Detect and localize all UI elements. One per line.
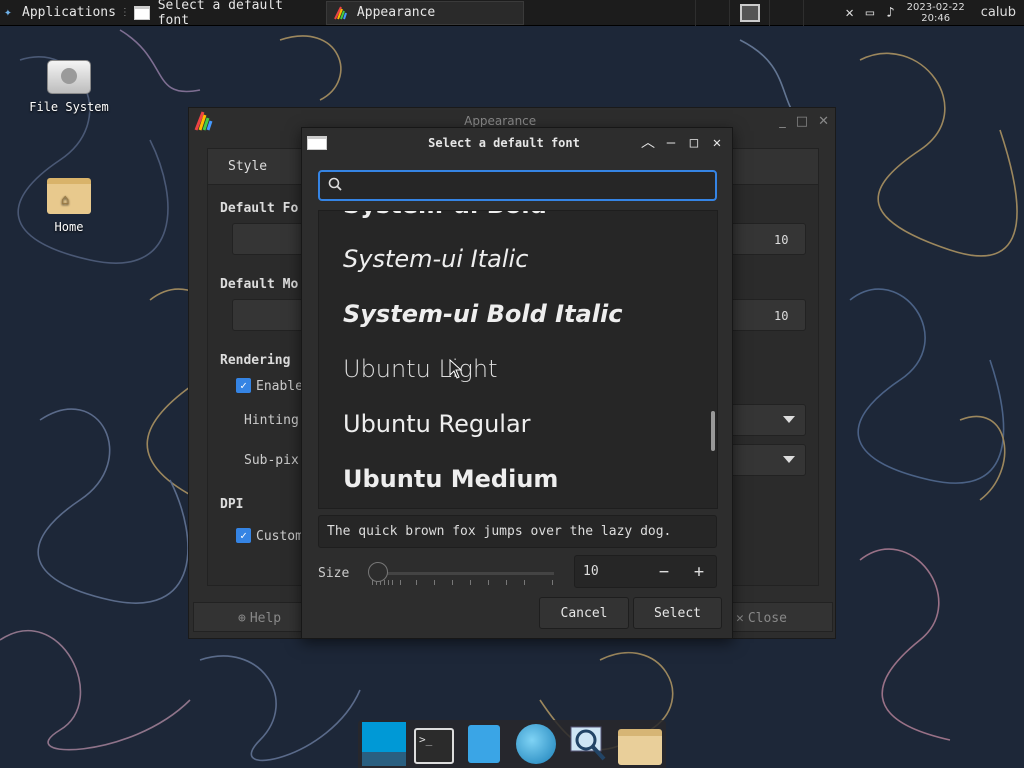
font-list-scrollbar[interactable] (711, 411, 715, 451)
select-font-dialog: Select a default font ︿ – □ ✕ System-ui … (301, 127, 733, 639)
panel-launcher[interactable] (695, 0, 729, 26)
font-list[interactable]: System-ui Bold System-ui Italic System-u… (318, 210, 718, 509)
drive-icon (47, 60, 91, 94)
font-search-input[interactable] (350, 174, 710, 198)
appearance-icon (334, 6, 347, 19)
show-desktop-icon[interactable] (362, 722, 406, 766)
font-list-item[interactable]: System-ui Italic (343, 245, 528, 273)
size-label: Size (318, 566, 350, 581)
font-list-item[interactable]: Ubuntu Light (343, 355, 498, 383)
workspace-2[interactable] (769, 0, 803, 26)
hinting-label: Hinting (244, 413, 299, 428)
desktop-icon-home[interactable]: ⌂ Home (24, 178, 114, 234)
font-search-box[interactable] (318, 170, 717, 201)
default-mono-label: Default Mo (220, 277, 299, 292)
applications-label: Applications (22, 5, 116, 20)
task-label: Select a default font (157, 0, 283, 28)
window-icon (133, 5, 150, 20)
mouse-cursor-icon (449, 359, 463, 379)
task-label: Appearance (356, 5, 436, 20)
help-label: Help (249, 610, 282, 626)
close-label: Close (747, 610, 787, 626)
system-tray: ✕ ▭ ♪ 2023-02-22 20:46 calub (837, 2, 1024, 24)
minimize-icon[interactable]: _ (779, 114, 786, 129)
close-button[interactable]: ✕ Close (736, 603, 787, 633)
desktop-icon-label: File System (29, 100, 109, 114)
web-browser-icon[interactable] (516, 724, 556, 764)
window-title: Appearance (464, 114, 537, 128)
custom-label: Custom (256, 529, 303, 544)
top-panel: ✦ Applications ⋮ Select a default font A… (0, 0, 1024, 28)
custom-dpi-checkbox[interactable]: ✓ (236, 528, 251, 543)
clock-date: 2023-02-22 (906, 1, 965, 13)
default-mono-size: 10 (774, 309, 789, 323)
dpi-label: DPI (220, 497, 244, 512)
help-icon: ⊕ (238, 610, 246, 626)
desktop-icon-label: Home (54, 220, 84, 234)
slider-track (370, 572, 554, 575)
workspace-3[interactable] (803, 0, 837, 26)
desktop-icon-file-system[interactable]: File System (24, 60, 114, 114)
increment-button[interactable]: + (688, 561, 710, 583)
workspace-switcher[interactable] (729, 0, 769, 26)
terminal-icon[interactable]: >_ (414, 728, 454, 764)
maximize-icon[interactable]: □ (687, 136, 701, 150)
subpixel-label: Sub-pix (244, 453, 299, 468)
chevron-down-icon (783, 456, 795, 463)
user-menu[interactable]: calub (977, 5, 1016, 20)
help-button[interactable]: ⊕ Help (238, 603, 281, 633)
default-font-size: 10 (774, 233, 789, 247)
default-font-label: Default Fo (220, 201, 299, 216)
font-list-item[interactable]: Ubuntu Regular (343, 410, 531, 438)
font-list-item[interactable]: System-ui Bold (343, 211, 547, 219)
select-button[interactable]: Select (633, 597, 722, 629)
font-preview-entry[interactable]: The quick brown fox jumps over the lazy … (318, 515, 717, 548)
window-icon (307, 136, 327, 150)
chevron-down-icon (783, 416, 795, 423)
battery-icon[interactable]: ▭ (866, 5, 874, 21)
mic-muted-icon[interactable]: ✕ (845, 5, 853, 21)
cancel-button[interactable]: Cancel (539, 597, 629, 629)
size-slider[interactable] (366, 560, 558, 590)
appearance-icon (194, 111, 213, 131)
slider-knob[interactable] (368, 562, 388, 582)
app-finder-icon[interactable] (568, 724, 608, 764)
font-list-item[interactable]: System-ui Bold Italic (343, 300, 622, 328)
tab-style[interactable]: Style (228, 159, 267, 174)
task-appearance[interactable]: Appearance (325, 0, 524, 25)
notification-bell-icon[interactable]: ♪ (886, 5, 894, 21)
minimize-icon[interactable]: – (664, 136, 678, 150)
maximize-icon[interactable]: □ (796, 114, 808, 129)
dialog-title: Select a default font (428, 136, 580, 150)
file-manager-icon[interactable] (468, 725, 500, 763)
size-spin-button[interactable]: 10 − + (574, 555, 717, 588)
close-icon[interactable]: ✕ (710, 136, 724, 150)
font-list-item[interactable]: Ubuntu Medium (343, 465, 558, 493)
applications-menu[interactable]: ✦ Applications (0, 0, 120, 26)
home-folder-icon: ⌂ (47, 178, 91, 214)
search-icon (328, 177, 342, 191)
decrement-button[interactable]: − (653, 561, 675, 583)
task-select-font[interactable]: Select a default font (128, 0, 326, 28)
shade-icon[interactable]: ︿ (641, 136, 655, 150)
close-icon[interactable]: ✕ (818, 114, 829, 129)
rendering-label: Rendering (220, 353, 291, 368)
xfce-logo-icon: ✦ (4, 4, 12, 20)
enable-antialias-checkbox[interactable]: ✓ (236, 378, 251, 393)
clock[interactable]: 2023-02-22 20:46 (907, 2, 965, 24)
clock-time: 20:46 (921, 12, 951, 24)
workspace-thumbnail[interactable] (739, 3, 760, 22)
close-icon: ✕ (736, 610, 744, 626)
dock: >_ (358, 720, 666, 768)
panel-separator: ⋮ (119, 7, 130, 18)
size-value[interactable]: 10 (583, 564, 599, 579)
dialog-titlebar[interactable]: Select a default font ︿ – □ ✕ (302, 128, 732, 158)
enable-label: Enable (256, 379, 303, 394)
home-folder-icon[interactable] (618, 728, 662, 765)
